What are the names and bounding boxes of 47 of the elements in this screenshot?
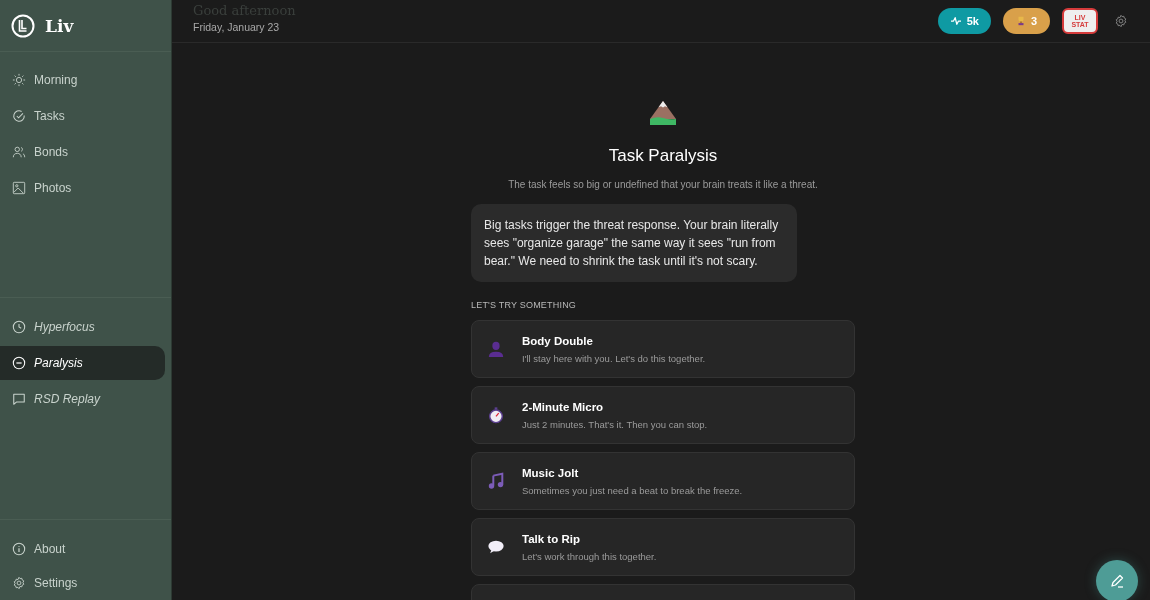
- info-icon: [12, 542, 26, 556]
- nav-item[interactable]: About: [0, 532, 165, 566]
- nav-item[interactable]: Paralysis: [0, 346, 165, 380]
- check-circle-icon: [12, 109, 26, 123]
- logo-icon: [11, 13, 35, 38]
- date-label: Friday, January 23: [193, 21, 281, 33]
- nav-item[interactable]: Photos: [0, 171, 165, 205]
- option-card[interactable]: Body Double I'll stay here with you. Let's do this together.: [471, 320, 855, 378]
- page-title: Task Paralysis: [607, 146, 719, 166]
- mountain-icon: [649, 100, 677, 126]
- message-bubble: Big tasks trigger the threat response. Your brain literally sees "organize garage" the same way it sees "run from bear." We need to shrink the task until it's not scary.: [471, 204, 797, 282]
- clock-icon: [12, 320, 26, 334]
- nav-item[interactable]: RSD Replay: [0, 382, 165, 416]
- minus-circle-icon: [12, 356, 26, 370]
- option-title: Body Double: [522, 334, 594, 347]
- option-description: I'll stay here with you. Let's do this together.: [522, 352, 706, 364]
- settings-icon[interactable]: [1114, 14, 1128, 28]
- option-description: Just 2 minutes. That's it. Then you can stop.: [522, 418, 708, 430]
- pencil-icon: [1109, 573, 1125, 589]
- section-label: LET'S TRY SOMETHING: [471, 300, 578, 310]
- image-icon: [12, 181, 26, 195]
- option-card[interactable]: Music Jolt Sometimes you just need a beat to break the freeze.: [471, 452, 855, 510]
- stat-badge[interactable]: 5k: [937, 8, 991, 34]
- nav-item[interactable]: Settings: [0, 566, 165, 600]
- speech-bubble-icon: [487, 538, 505, 556]
- person-icon: [487, 340, 505, 358]
- settings-icon: [12, 576, 26, 590]
- option-title: 2-Minute Micro: [522, 400, 605, 413]
- page-subtitle: The task feels so big or undefined that your brain treats it like a threat.: [507, 179, 819, 190]
- pulse-icon: [949, 16, 962, 26]
- option-description: Let's work through this together.: [522, 550, 657, 562]
- compose-button[interactable]: [1096, 560, 1138, 600]
- nav-item[interactable]: Hyperfocus: [0, 310, 165, 344]
- nav-item[interactable]: Bonds: [0, 135, 165, 169]
- option-title: Music Jolt: [522, 466, 580, 479]
- nav-item[interactable]: Morning: [0, 63, 165, 97]
- sun-icon: [12, 73, 26, 87]
- people-icon: [12, 145, 26, 159]
- option-card[interactable]: 2-Minute Micro Just 2 minutes. That's it. Then you can stop.: [471, 386, 855, 444]
- brand-name: Liv: [45, 15, 74, 36]
- option-card[interactable]: Talk to Rip Let's work through this together.: [471, 518, 855, 576]
- nav-item[interactable]: Tasks: [0, 99, 165, 133]
- music-note-icon: [487, 472, 505, 490]
- option-title: Talk to Rip: [522, 532, 581, 545]
- chat-icon: [12, 392, 26, 406]
- stopwatch-icon: [487, 406, 505, 424]
- option-description: Sometimes you just need a beat to break the freeze.: [522, 484, 743, 496]
